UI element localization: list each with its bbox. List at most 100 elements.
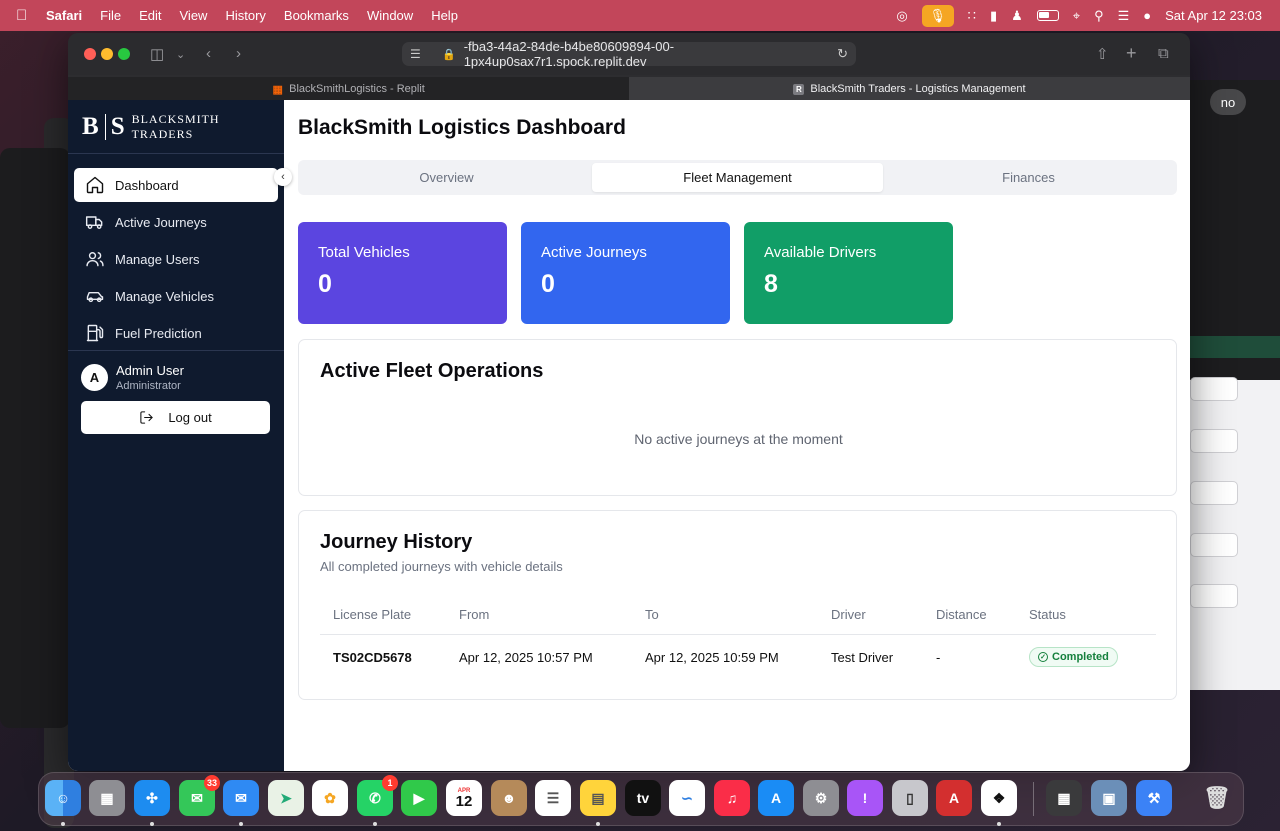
logout-button[interactable]: Log out <box>81 401 270 434</box>
wifi-icon[interactable]: ⌖ <box>1073 8 1080 24</box>
menu-help[interactable]: Help <box>431 8 458 23</box>
tab-overview-icon[interactable]: ⧉ <box>1158 45 1169 62</box>
calculator-icon[interactable]: ▦ <box>1046 780 1082 816</box>
background-pill[interactable]: no <box>1210 89 1246 115</box>
tv-icon[interactable]: tv <box>625 780 661 816</box>
control-center-icon[interactable]: ☰ <box>1118 8 1130 24</box>
table-header-row: License Plate From To Driver Distance St… <box>320 595 1156 635</box>
contacts-icon[interactable]: ☻ <box>491 780 527 816</box>
feedback-icon[interactable]: ! <box>847 780 883 816</box>
preview-icon[interactable]: ▣ <box>1091 780 1127 816</box>
cell-from: Apr 12, 2025 10:57 PM <box>459 649 593 665</box>
stat-card-available-drivers: Available Drivers 8 <box>744 222 953 324</box>
new-tab-icon[interactable]: + <box>1126 43 1137 64</box>
logout-icon <box>140 411 153 424</box>
running-indicator <box>239 822 243 826</box>
battery-icon[interactable] <box>1036 10 1059 21</box>
tab-title: BlackSmith Traders - Logistics Managemen… <box>810 83 1026 95</box>
people-icon[interactable]: ♟ <box>1011 8 1023 24</box>
mail-icon[interactable]: ✉ <box>223 780 259 816</box>
microphone-icon[interactable]: 🎙 <box>921 4 954 27</box>
sidebar-item-active-journeys[interactable]: Active Journeys <box>74 205 278 239</box>
photos-icon[interactable]: ✿ <box>312 780 348 816</box>
reload-icon[interactable]: ↻ <box>837 46 848 62</box>
sidebar-item-manage-users[interactable]: Manage Users <box>74 242 278 276</box>
tab-fleet-management[interactable]: Fleet Management <box>592 163 883 192</box>
running-indicator <box>150 822 154 826</box>
sidebar-toggle-icon[interactable]: ◫ <box>150 45 164 63</box>
safari-icon[interactable]: ✣ <box>134 780 170 816</box>
freeform-icon[interactable]: ∽ <box>669 780 705 816</box>
active-fleet-operations-card: Active Fleet Operations No active journe… <box>298 339 1177 496</box>
iphone-mirroring-icon[interactable]: ▯ <box>892 780 928 816</box>
music-icon[interactable]: ♫ <box>714 780 750 816</box>
menubar-status-area: ◎ 🎙 ∷ ▮ ♟ ⌖ ⚲ ☰ ● Sat Apr 12 23:03 <box>896 0 1262 31</box>
menubar-clock[interactable]: Sat Apr 12 23:03 <box>1165 8 1262 23</box>
tab-title: BlackSmithLogistics - Replit <box>289 83 425 95</box>
dock: ☺ ▦ ✣ ✉ 33 ✉ ➤ ✿ ✆ 1 ▶ APR 12 ☻ ☰ ▤ tv ∽ ♫ … <box>38 772 1244 826</box>
whatsapp-icon[interactable]: ✆ 1 <box>357 775 398 816</box>
menu-edit[interactable]: Edit <box>139 8 161 23</box>
tab-overview[interactable]: Overview <box>301 163 592 192</box>
facetime-icon[interactable]: ▶ <box>401 780 437 816</box>
address-bar[interactable]: ☰ 🔒 -fba3-44a2-84de-b4be80609894-00-1px4… <box>402 39 856 69</box>
table-row[interactable]: TS02CD5678 Apr 12, 2025 10:57 PM Apr 12,… <box>320 634 1156 680</box>
share-icon[interactable]: ⇧ <box>1096 45 1109 63</box>
card-title: Journey History <box>320 531 473 553</box>
reminders-icon[interactable]: ☰ <box>535 780 571 816</box>
settings-icon[interactable]: ⚙ <box>803 780 839 816</box>
brand-name: BLACKSMITH TRADERS <box>131 111 220 141</box>
calendar-icon[interactable]: APR 12 <box>446 780 482 816</box>
sidebar-item-dashboard[interactable]: Dashboard <box>74 168 278 202</box>
tab-blacksmith[interactable]: R BlackSmith Traders - Logistics Managem… <box>629 77 1190 101</box>
menu-window[interactable]: Window <box>367 8 413 23</box>
dots-icon[interactable]: ∷ <box>968 8 976 24</box>
menu-bookmarks[interactable]: Bookmarks <box>284 8 349 23</box>
bed-icon[interactable]: ▮ <box>990 8 997 24</box>
sidebar-divider <box>68 350 284 351</box>
column-header: To <box>632 595 818 635</box>
brand-logo-right: S <box>110 112 126 140</box>
forward-icon[interactable]: › <box>236 45 241 62</box>
siri-icon[interactable]: ● <box>1143 8 1151 23</box>
notes-icon[interactable]: ▤ <box>580 780 616 816</box>
close-window-button[interactable] <box>84 48 96 60</box>
menu-app-safari[interactable]: Safari <box>46 8 82 23</box>
sidebar-item-manage-vehicles[interactable]: Manage Vehicles <box>74 279 278 313</box>
chevron-down-icon[interactable]: ⌄ <box>176 48 185 61</box>
browser-toolbar: ◫ ⌄ ‹ › ☰ 🔒 -fba3-44a2-84de-b4be80609894… <box>68 33 1190 75</box>
focus-icon[interactable]: ◎ <box>896 8 907 24</box>
url-text: -fba3-44a2-84de-b4be80609894-00-1px4up0s… <box>463 39 675 69</box>
chatgpt-icon[interactable]: ❖ <box>981 780 1017 816</box>
search-icon[interactable]: ⚲ <box>1094 8 1104 24</box>
app-store-icon[interactable]: A <box>758 780 794 816</box>
logout-label: Log out <box>168 410 212 425</box>
lock-icon: 🔒 <box>442 48 456 61</box>
sidebar-item-fuel-prediction[interactable]: Fuel Prediction <box>74 316 278 350</box>
messages-icon[interactable]: ✉ 33 <box>179 775 220 816</box>
launchpad-icon[interactable]: ▦ <box>89 780 125 816</box>
tab-finances[interactable]: Finances <box>883 163 1174 192</box>
minimize-window-button[interactable] <box>101 48 113 60</box>
maps-icon[interactable]: ➤ <box>268 780 304 816</box>
sidebar-item-label: Manage Vehicles <box>115 288 215 304</box>
apple-icon[interactable]:  <box>16 7 36 24</box>
zoom-window-button[interactable] <box>118 48 130 60</box>
tab-replit[interactable]: ▦ BlackSmithLogistics - Replit <box>68 77 629 101</box>
xcode-icon[interactable]: ⚒ <box>1136 780 1172 816</box>
back-icon[interactable]: ‹ <box>206 45 211 62</box>
stat-card-active-journeys: Active Journeys 0 <box>521 222 730 324</box>
menu-history[interactable]: History <box>225 8 265 23</box>
cell-distance: - <box>936 649 941 665</box>
page-menu-icon[interactable]: ☰ <box>410 47 421 61</box>
finder-icon[interactable]: ☺ <box>45 780 81 816</box>
cell-driver: Test Driver <box>831 649 894 665</box>
autocad-icon[interactable]: A <box>936 780 972 816</box>
menu-file[interactable]: File <box>100 8 121 23</box>
background-select <box>1190 533 1238 557</box>
sidebar-item-label: Manage Users <box>115 251 200 267</box>
trash-icon[interactable]: 🗑 <box>1199 780 1235 816</box>
menu-view[interactable]: View <box>180 8 208 23</box>
background-select <box>1190 429 1238 453</box>
home-icon <box>84 174 106 196</box>
